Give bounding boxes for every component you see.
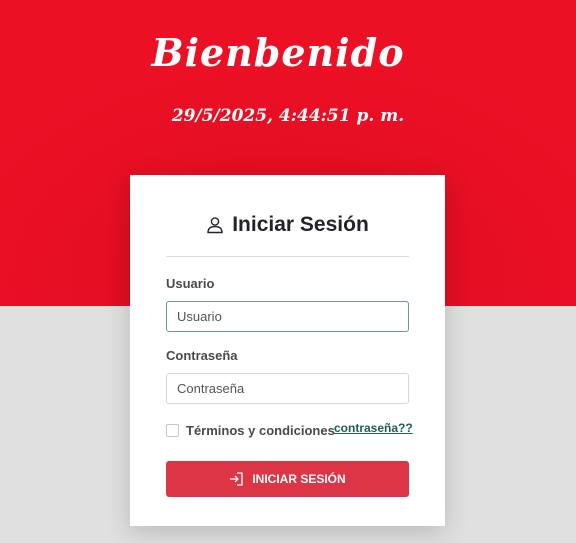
login-submit-label: INICIAR SESIÓN — [252, 472, 346, 486]
username-label: Usuario — [166, 276, 215, 291]
terms-label[interactable]: Términos y condiciones — [186, 423, 335, 438]
forgot-password-link[interactable]: contraseña?? — [334, 421, 413, 435]
current-datetime: 29/5/2025, 4:44:51 p. m. — [171, 106, 405, 126]
title-divider — [166, 256, 409, 257]
username-input[interactable] — [166, 301, 409, 332]
login-page: Bienbenido 29/5/2025, 4:44:51 p. m. Inic… — [0, 0, 576, 543]
sign-in-icon — [229, 472, 244, 486]
welcome-heading: Bienbenido — [151, 30, 405, 75]
terms-row[interactable]: Términos y condiciones — [166, 423, 335, 438]
terms-checkbox[interactable] — [166, 424, 179, 437]
password-label: Contraseña — [166, 348, 238, 363]
user-icon — [206, 216, 224, 234]
login-card: Iniciar Sesión Usuario Contraseña Términ… — [130, 175, 445, 526]
password-input[interactable] — [166, 373, 409, 404]
login-title-text: Iniciar Sesión — [232, 213, 369, 236]
login-title: Iniciar Sesión — [130, 205, 445, 245]
login-submit-button[interactable]: INICIAR SESIÓN — [166, 461, 409, 497]
